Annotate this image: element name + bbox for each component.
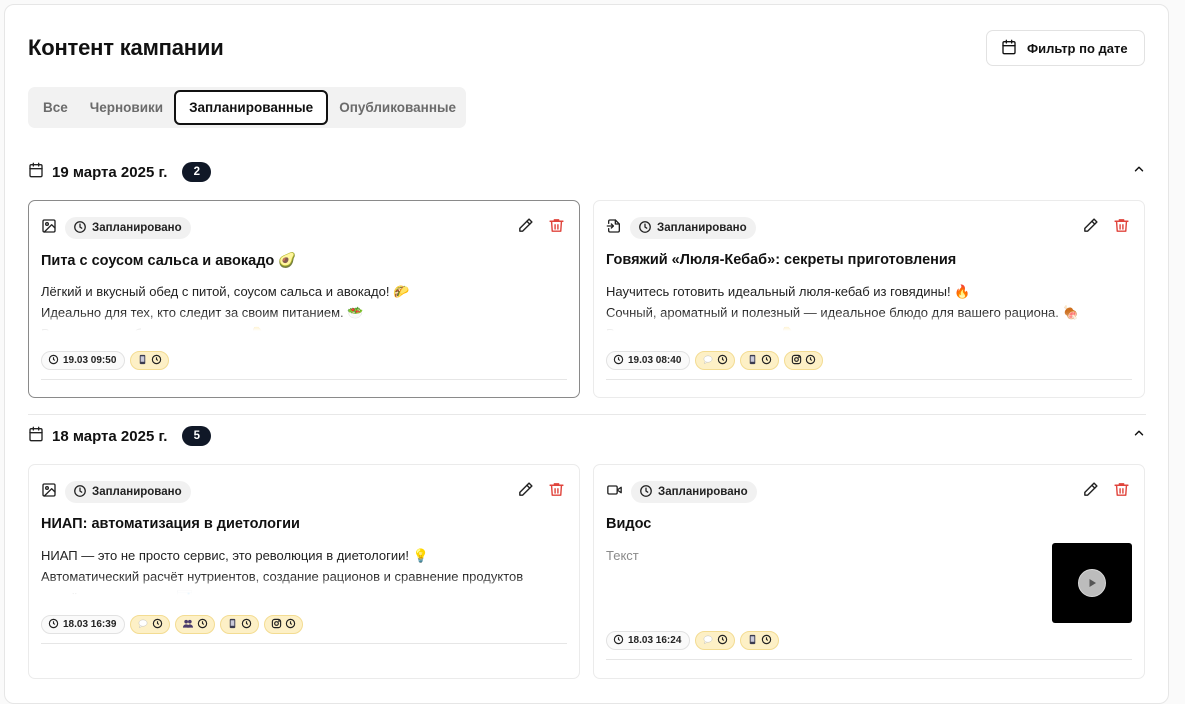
trash-icon[interactable] [1113, 481, 1130, 498]
tab-scheduled[interactable]: Запланированные [174, 90, 329, 125]
divider [606, 659, 1132, 660]
card-title: Говяжий «Люля-Кебаб»: секреты приготовле… [606, 252, 957, 268]
trash-icon[interactable] [1113, 217, 1130, 234]
instagram-icon [271, 618, 282, 632]
date-group-header: 19 марта 2025 г. 2 [28, 160, 1146, 184]
card-title: Видос [606, 516, 652, 532]
edit-icon[interactable] [517, 481, 534, 498]
video-thumbnail[interactable] [1052, 543, 1132, 623]
status-badge: Запланировано [65, 217, 191, 239]
clock-icon [761, 634, 772, 648]
trash-icon[interactable] [548, 217, 565, 234]
platform-chip [264, 615, 304, 634]
schedule-time-chip: 18.03 16:24 [606, 631, 691, 650]
post-card[interactable]: Запланировано Видос Текст 18.03 16:24 [593, 464, 1145, 679]
date-group-header: 18 марта 2025 г. 5 [28, 424, 1146, 448]
card-title: Пита с соусом сальса и авокадо 🥑 [41, 253, 297, 269]
file-import-icon [606, 218, 622, 239]
card-body: НИАП — это не просто сервис, это революц… [41, 548, 524, 595]
status-badge: Запланировано [65, 481, 191, 503]
tab-published[interactable]: Опубликованные [328, 90, 467, 125]
group-divider [28, 414, 1146, 415]
calendar-icon [1001, 39, 1017, 58]
platform-chip [695, 631, 736, 650]
status-badge: Запланировано [631, 481, 757, 503]
clock-icon [151, 354, 162, 368]
platform-chip [130, 351, 170, 370]
post-card[interactable]: Запланировано Пита с соусом сальса и аво… [28, 200, 580, 398]
group-date: 18 марта 2025 г. [52, 427, 168, 445]
image-icon [41, 218, 57, 239]
status-badge: Запланировано [630, 217, 756, 239]
platform-chip [695, 351, 736, 370]
clock-icon [73, 484, 87, 501]
clock-icon [613, 634, 624, 648]
page-title: Контент кампании [28, 35, 224, 60]
image-icon [41, 482, 57, 503]
clock-icon [197, 618, 208, 632]
edit-icon[interactable] [1082, 217, 1099, 234]
clock-icon [717, 634, 728, 648]
clock-icon [285, 618, 296, 632]
clock-icon [73, 220, 87, 237]
schedule-time-chip: 18.03 16:39 [41, 615, 126, 634]
group-icon [182, 618, 194, 632]
date-filter-label: Фильтр по дате [1027, 40, 1128, 56]
schedule-time-chip: 19.03 09:50 [41, 351, 126, 370]
clock-icon [48, 354, 59, 368]
calendar-icon [28, 162, 44, 183]
clock-icon [761, 354, 772, 368]
status-tabs: Все Черновики Запланированные Опубликова… [28, 87, 466, 128]
count-badge: 2 [182, 162, 212, 182]
clock-icon [48, 618, 59, 632]
video-icon [606, 482, 623, 503]
clock-icon [638, 220, 652, 237]
post-card[interactable]: Запланировано НИАП: автоматизация в диет… [28, 464, 580, 679]
platform-chip [740, 631, 780, 650]
clock-icon [613, 354, 624, 368]
group-date: 19 марта 2025 г. [52, 163, 168, 181]
platform-chip [220, 615, 260, 634]
tab-drafts[interactable]: Черновики [79, 90, 174, 125]
platform-chip [784, 351, 824, 370]
platform-chip [130, 615, 171, 634]
clock-icon [241, 618, 252, 632]
card-body: Лёгкий и вкусный обед с питой, соусом са… [41, 284, 410, 331]
clock-icon [805, 354, 816, 368]
count-badge: 5 [182, 426, 212, 446]
phone-icon [227, 618, 238, 632]
divider [41, 379, 567, 380]
post-card[interactable]: Запланировано Говяжий «Люля-Кебаб»: секр… [593, 200, 1145, 398]
platform-chip [740, 351, 780, 370]
chat-icon [702, 634, 714, 648]
clock-icon [717, 354, 728, 368]
chevron-up-icon[interactable] [1132, 426, 1146, 445]
phone-icon [137, 354, 148, 368]
clock-icon [639, 484, 653, 501]
divider [606, 379, 1132, 380]
schedule-time-chip: 19.03 08:40 [606, 351, 691, 370]
date-filter-button[interactable]: Фильтр по дате [986, 30, 1145, 66]
card-body: Текст [606, 548, 639, 563]
card-body: Научитесь готовить идеальный люля-кебаб … [606, 284, 1079, 331]
edit-icon[interactable] [517, 217, 534, 234]
phone-icon [747, 354, 758, 368]
phone-icon [747, 634, 758, 648]
play-icon[interactable] [1078, 569, 1106, 597]
divider [41, 643, 567, 644]
edit-icon[interactable] [1082, 481, 1099, 498]
chat-icon [702, 354, 714, 368]
calendar-icon [28, 426, 44, 447]
clock-icon [152, 618, 163, 632]
card-title: НИАП: автоматизация в диетологии [41, 516, 300, 532]
trash-icon[interactable] [548, 481, 565, 498]
chat-icon [137, 618, 149, 632]
platform-chip [175, 615, 216, 634]
campaign-content-panel: Контент кампании Фильтр по дате Все Черн… [4, 4, 1169, 704]
chevron-up-icon[interactable] [1132, 162, 1146, 181]
tab-all[interactable]: Все [32, 90, 79, 125]
instagram-icon [791, 354, 802, 368]
